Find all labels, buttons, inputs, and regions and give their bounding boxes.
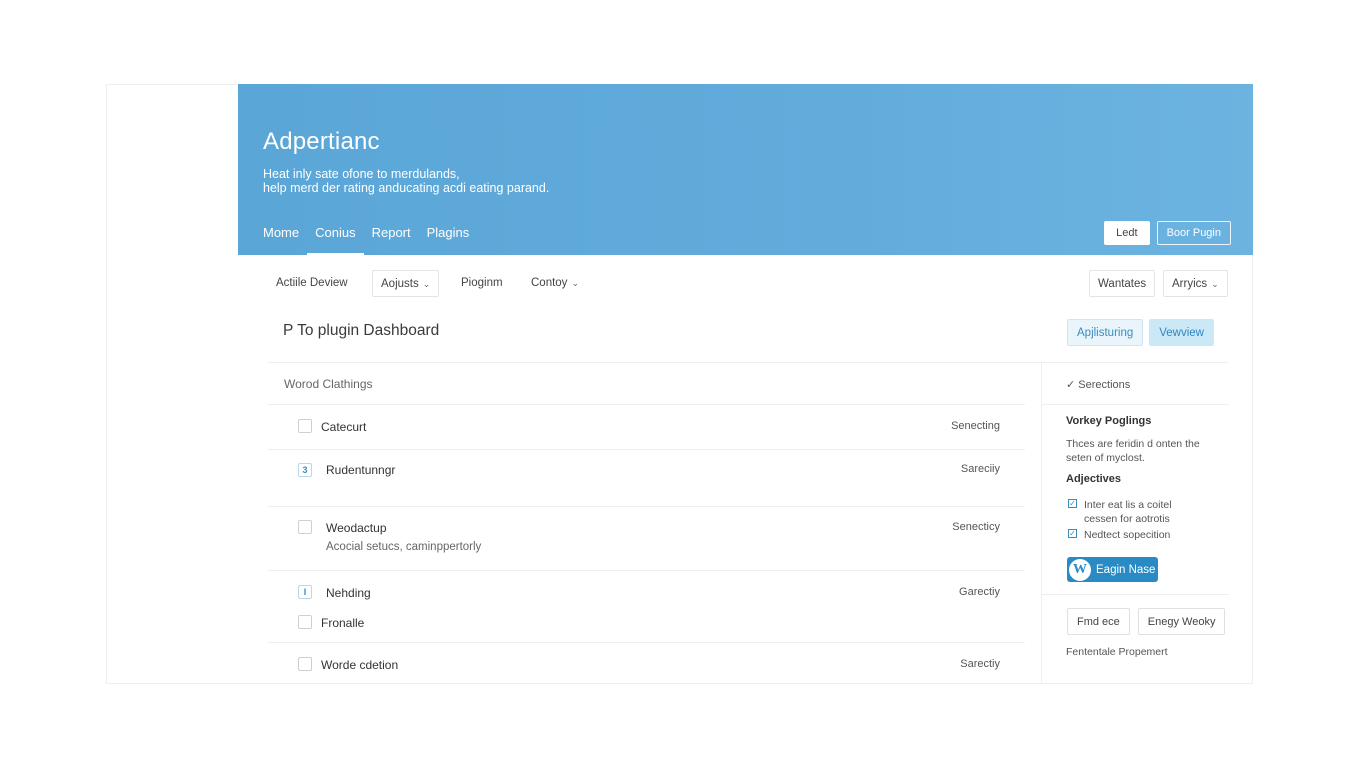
row-checkbox[interactable] — [298, 520, 312, 534]
row-checkbox[interactable] — [298, 419, 312, 433]
row-label: Nehding — [326, 586, 371, 600]
chevron-down-icon: ⌄ — [1211, 279, 1219, 289]
chevron-down-icon: ⌄ — [571, 278, 579, 288]
toolbar-contoy-label: Contoy — [531, 277, 568, 289]
check-icon: ✓ — [1066, 379, 1076, 391]
nav-item-plagins[interactable]: Plagins — [427, 225, 479, 255]
toolbar-pioginm[interactable]: Pioginm — [453, 270, 511, 297]
vewview-button[interactable]: Vewview — [1149, 319, 1214, 346]
side-checkbox-2[interactable]: ✓ Nedtect sopecition — [1068, 528, 1170, 542]
row-checkbox[interactable] — [298, 615, 312, 629]
divider — [1042, 594, 1229, 595]
list-item[interactable]: Catecurt Senecting — [268, 404, 1025, 449]
side-description: Thces are feridin d onten the seten of m… — [1066, 437, 1200, 465]
enegy-weoky-button[interactable]: Enegy Weoky — [1137, 608, 1226, 635]
row-description: Acocial setucs, caminppertorly — [326, 541, 482, 553]
side-description-line-2: seten of myclost. — [1066, 452, 1145, 464]
side-checkbox-1-line-2: cessen for aotrotis — [1084, 513, 1170, 525]
list-item[interactable]: Weodactup Acocial setucs, caminppertorly… — [268, 506, 1025, 570]
side-panel-selections-label: Serections — [1078, 379, 1131, 391]
hero-nav: Mome Conius Report Plagins — [263, 225, 485, 255]
list-item[interactable]: Worde cdetion Sarectiy — [268, 642, 1025, 684]
row-status: Garectiy — [959, 586, 1000, 598]
toolbar: Actiile Deview Aojusts ⌄ Pioginm Contoy ⌄ … — [268, 270, 1232, 298]
row-label: Catecurt — [321, 420, 367, 434]
side-checkbox-2-label: Nedtect sopecition — [1084, 529, 1171, 541]
side-heading-adjectives: Adjectives — [1066, 473, 1122, 485]
toolbar-aojusts-dropdown[interactable]: Aojusts ⌄ — [372, 270, 440, 297]
nav-item-report[interactable]: Report — [372, 225, 420, 255]
row-status: Senecticy — [952, 521, 1000, 533]
fmd-ece-button[interactable]: Fmd ece — [1067, 608, 1130, 635]
apjlisturing-button[interactable]: Apjlisturing — [1067, 319, 1144, 346]
list-item[interactable]: I Nehding Garectiy — [268, 570, 1025, 606]
toolbar-actiile-deview[interactable]: Actiile Deview — [268, 270, 356, 297]
row-label: Worde cdetion — [321, 658, 399, 672]
eagin-nase-label: Eagin Nase — [1096, 563, 1156, 576]
hero-subtitle-line-1: Heat inly sate ofone to merdulands, — [263, 167, 460, 181]
checkbox-checked-icon: ✓ — [1068, 499, 1077, 508]
row-label: Rudentunngr — [326, 463, 396, 477]
side-panel: ✓ Serections Vorkey Poglings Thces are f… — [1041, 362, 1229, 684]
toolbar-arryics-label: Arryics — [1172, 278, 1208, 290]
nav-item-mome[interactable]: Mome — [263, 225, 308, 255]
nav-item-conius[interactable]: Conius — [307, 225, 364, 255]
row-status: Sarectiy — [960, 658, 1000, 670]
row-checkbox[interactable]: I — [298, 585, 312, 599]
side-footer-text: Fententale Propemert — [1066, 646, 1168, 658]
side-panel-selections[interactable]: ✓ Serections — [1066, 378, 1130, 391]
hero-banner: Adpertianc Heat inly sate ofone to merdu… — [238, 84, 1253, 255]
toolbar-arryics-dropdown[interactable]: Arryics ⌄ — [1163, 270, 1228, 297]
wordpress-icon: W — [1069, 558, 1091, 581]
side-description-line-1: Thces are feridin d onten the — [1066, 438, 1200, 450]
hero-subtitle: Heat inly sate ofone to merdulands, help… — [263, 167, 549, 195]
hero-actions: Ledt Boor Pugin — [1104, 221, 1231, 245]
boor-pugin-button[interactable]: Boor Pugin — [1156, 221, 1231, 245]
hero-subtitle-line-2: help merd der rating anducating acdi eat… — [263, 181, 550, 195]
toolbar-wantates-button[interactable]: Wantates — [1089, 270, 1156, 297]
eagin-nase-button[interactable]: W Eagin Nase — [1067, 557, 1158, 582]
side-checkbox-1-line-1: Inter eat lis a coitel — [1084, 499, 1172, 511]
toolbar-aojusts-label: Aojusts — [381, 278, 419, 290]
row-checkbox[interactable] — [298, 657, 312, 671]
list-item[interactable]: 3 Rudentunngr Sareciiy — [268, 449, 1025, 506]
list-item[interactable]: Fronalle — [268, 606, 1025, 640]
ledt-button[interactable]: Ledt — [1104, 221, 1150, 245]
checkbox-checked-icon: ✓ — [1068, 529, 1077, 538]
row-label: Weodactup — [326, 521, 387, 535]
page-title: P To plugin Dashboard — [283, 322, 440, 339]
toolbar-contoy-dropdown[interactable]: Contoy ⌄ — [523, 270, 587, 297]
side-heading-poglings: Vorkey Poglings — [1066, 415, 1152, 427]
row-label: Fronalle — [321, 616, 365, 630]
row-checkbox[interactable]: 3 — [298, 463, 312, 477]
page-title-actions: Apjlisturing Vewview — [1067, 319, 1214, 346]
chevron-down-icon: ⌄ — [422, 279, 431, 289]
side-checkbox-1[interactable]: ✓ Inter eat lis a coitel cessen for aotr… — [1068, 498, 1172, 526]
hero-title: Adpertianc — [263, 128, 380, 155]
row-status: Senecting — [951, 420, 1000, 432]
row-status: Sareciiy — [960, 463, 1000, 475]
list-header: Worod Clathings — [284, 377, 373, 391]
divider — [1042, 404, 1229, 405]
side-actions: Fmd ece Enegy Weoky — [1067, 608, 1226, 635]
